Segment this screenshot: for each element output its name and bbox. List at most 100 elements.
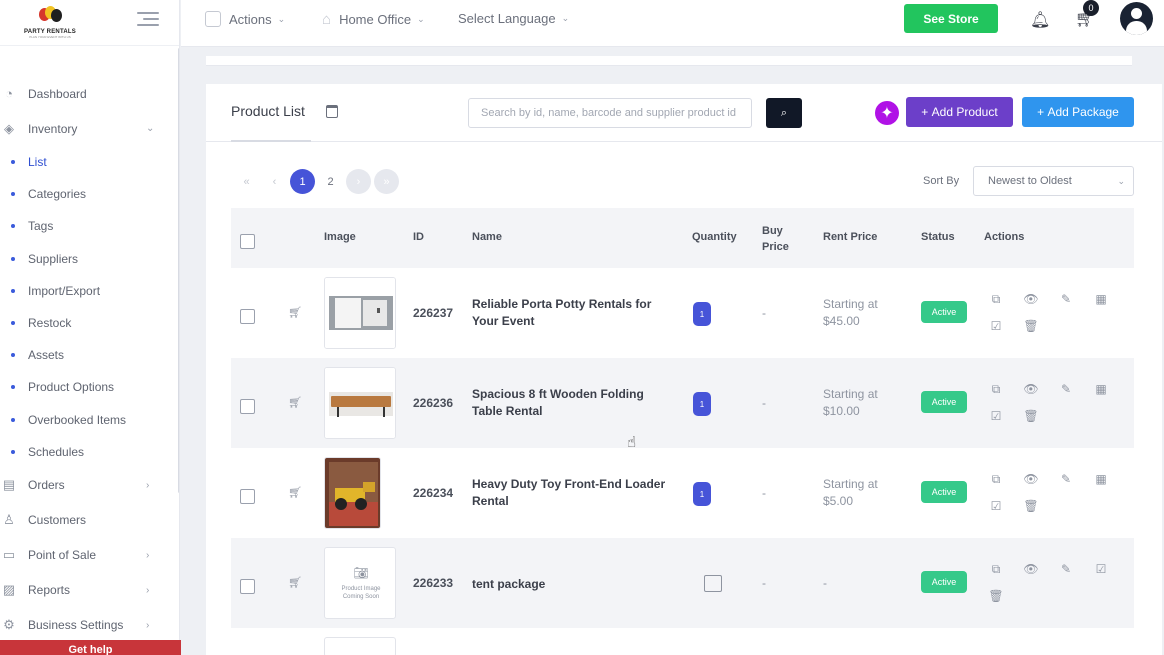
- bullet-icon: [11, 160, 15, 165]
- sidebar-subitem-suppliers[interactable]: Suppliers: [0, 243, 179, 275]
- page-next-button[interactable]: ›: [346, 169, 371, 194]
- product-thumbnail[interactable]: [324, 457, 381, 529]
- sidebar-item-label: Business Settings: [28, 618, 124, 633]
- header-status: Status: [921, 231, 955, 243]
- title-underline: [231, 140, 311, 142]
- sidebar-item-business-settings[interactable]: ⚙ Business Settings ›: [0, 608, 179, 643]
- sidebar-item-inventory[interactable]: ◈ Inventory ⌄: [0, 111, 179, 146]
- language-dropdown[interactable]: Select Language ⌄: [458, 11, 569, 26]
- page-1-button[interactable]: 1: [290, 169, 315, 194]
- trash-icon[interactable]: 🗑︎: [1023, 499, 1038, 513]
- product-name[interactable]: tent package: [472, 576, 672, 593]
- add-package-button[interactable]: + Add Package: [1022, 97, 1134, 127]
- product-thumbnail[interactable]: [324, 367, 396, 439]
- sidebar-item-reports[interactable]: ▨ Reports ›: [0, 573, 179, 608]
- edit-icon[interactable]: ✎: [1059, 292, 1073, 306]
- row-checkbox[interactable]: [240, 399, 255, 414]
- rent-price: Starting at $10.00: [823, 387, 878, 418]
- row-checkbox[interactable]: [240, 579, 255, 594]
- sidebar-subitem-schedules[interactable]: Schedules: [0, 436, 179, 468]
- search-button[interactable]: ⌕: [766, 98, 802, 128]
- location-dropdown[interactable]: ⌂ Home Office ⌄: [322, 11, 425, 28]
- sidebar-subitem-tags[interactable]: Tags: [0, 210, 179, 242]
- edit-icon[interactable]: ✎: [1059, 472, 1073, 486]
- chevron-right-icon: ›: [146, 549, 150, 561]
- sidebar-item-label: Schedules: [28, 444, 85, 459]
- bullet-icon: [11, 353, 15, 358]
- copy-icon[interactable]: ⧉: [989, 472, 1003, 486]
- edit-icon[interactable]: ✎: [1059, 562, 1073, 576]
- add-to-cart-icon[interactable]: 🛒︎: [288, 396, 302, 409]
- calendar-icon[interactable]: ▦: [1094, 382, 1108, 396]
- sparkle-ai-icon[interactable]: ✦: [875, 101, 899, 125]
- product-thumbnail[interactable]: [324, 277, 396, 349]
- search-input[interactable]: [468, 98, 752, 128]
- bell-icon[interactable]: 🔔︎: [1030, 10, 1050, 30]
- sidebar-subitem-import-export[interactable]: Import/Export: [0, 275, 179, 307]
- product-thumbnail[interactable]: 📷︎ Product Image Coming Soon: [324, 547, 396, 619]
- buy-price: -: [762, 486, 766, 500]
- calendar-icon[interactable]: ▦: [1094, 472, 1108, 486]
- plus-square-icon: [205, 11, 221, 27]
- page-last-button[interactable]: »: [374, 169, 399, 194]
- add-to-cart-icon[interactable]: 🛒︎: [288, 576, 302, 589]
- page-prev-button[interactable]: ‹: [262, 169, 287, 194]
- sidebar-subitem-list[interactable]: List: [0, 146, 179, 178]
- sidebar-item-customers[interactable]: ♙ Customers: [0, 503, 179, 538]
- sidebar-scrollbar[interactable]: [178, 48, 179, 493]
- calendar-check-icon[interactable]: ☑: [989, 499, 1003, 513]
- sidebar-subitem-overbooked-items[interactable]: Overbooked Items: [0, 404, 179, 436]
- sidebar-item-dashboard[interactable]: ◔ Dashboard: [0, 76, 179, 111]
- product-name[interactable]: Spacious 8 ft Wooden Folding Table Renta…: [472, 386, 672, 420]
- trash-icon[interactable]: 🗑︎: [1023, 409, 1038, 423]
- eye-icon[interactable]: 👁︎: [1023, 382, 1038, 396]
- table-row[interactable]: 🛒︎ 226234 Heavy Duty Toy Front-End Loade…: [231, 448, 1134, 538]
- product-name[interactable]: Reliable Porta Potty Rentals for Your Ev…: [472, 296, 672, 330]
- brand-tagline: PLAN YOUR EVENT WITH US: [29, 35, 71, 39]
- status-badge: Active: [921, 301, 967, 323]
- avatar[interactable]: [1120, 2, 1153, 35]
- eye-icon[interactable]: 👁︎: [1023, 292, 1038, 306]
- trash-icon[interactable]: 🗑︎: [1023, 319, 1038, 333]
- actions-label: Actions: [229, 11, 272, 27]
- eye-icon[interactable]: 👁︎: [1023, 472, 1038, 486]
- header-image: Image: [324, 231, 356, 243]
- sidebar-item-label: Product Options: [28, 380, 115, 395]
- calendar-icon[interactable]: [326, 105, 338, 118]
- add-to-cart-icon[interactable]: 🛒︎: [288, 306, 302, 319]
- calendar-check-icon[interactable]: ☑: [989, 319, 1003, 333]
- calendar-check-icon[interactable]: ☑: [989, 409, 1003, 423]
- see-store-button[interactable]: See Store: [904, 4, 998, 33]
- table-row[interactable]: 🛒︎ 📷︎ Product Image Coming Soon 226233 t…: [231, 538, 1134, 628]
- table-row[interactable]: 🛒︎ 226236 Spacious 8 ft Wooden Folding T…: [231, 358, 1134, 448]
- eye-icon[interactable]: 👁︎: [1023, 562, 1038, 576]
- copy-icon[interactable]: ⧉: [989, 562, 1003, 576]
- edit-icon[interactable]: ✎: [1059, 382, 1073, 396]
- actions-dropdown[interactable]: Actions ⌄: [205, 11, 285, 27]
- sidebar-subitem-assets[interactable]: Assets: [0, 339, 179, 371]
- sidebar-item-label: Customers: [28, 513, 87, 528]
- brand-logo[interactable]: PARTY RENTALS PLAN YOUR EVENT WITH US: [24, 6, 76, 39]
- calendar-icon[interactable]: ▦: [1094, 292, 1108, 306]
- table-row[interactable]: 🛒︎ 226237 Reliable Porta Potty Rentals f…: [231, 268, 1134, 358]
- trash-icon[interactable]: 🗑︎: [988, 589, 1003, 603]
- add-product-button[interactable]: + Add Product: [906, 97, 1013, 127]
- row-checkbox[interactable]: [240, 309, 255, 324]
- copy-icon[interactable]: ⧉: [989, 382, 1003, 396]
- sidebar-subitem-product-options[interactable]: Product Options: [0, 371, 179, 403]
- get-help-button[interactable]: Get help: [0, 640, 181, 655]
- product-name[interactable]: Heavy Duty Toy Front-End Loader Rental: [472, 476, 672, 510]
- sort-select[interactable]: Newest to Oldest ⌄: [973, 166, 1134, 196]
- row-checkbox[interactable]: [240, 489, 255, 504]
- menu-toggle-icon[interactable]: [137, 12, 159, 28]
- page-2-button[interactable]: 2: [318, 169, 343, 194]
- sidebar-item-point-of-sale[interactable]: ▭ Point of Sale ›: [0, 538, 179, 573]
- sidebar-item-orders[interactable]: ▤ Orders ›: [0, 468, 179, 503]
- select-all-checkbox[interactable]: [240, 234, 255, 249]
- copy-icon[interactable]: ⧉: [989, 292, 1003, 306]
- sidebar-subitem-categories[interactable]: Categories: [0, 178, 179, 210]
- add-to-cart-icon[interactable]: 🛒︎: [288, 486, 302, 499]
- sidebar-subitem-restock[interactable]: Restock: [0, 307, 179, 339]
- page-first-button[interactable]: «: [234, 169, 259, 194]
- calendar-check-icon[interactable]: ☑: [1094, 562, 1108, 576]
